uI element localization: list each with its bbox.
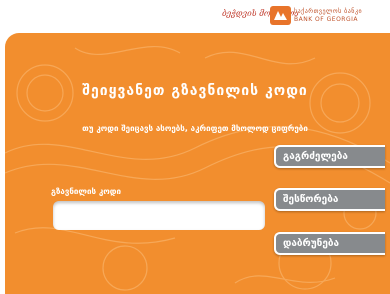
bank-logo-text: საქართველოს ბანკი BANK OF GEORGIA — [294, 8, 384, 24]
code-input[interactable] — [53, 201, 265, 230]
page-title: შეიყვანეთ გზავნილის კოდი — [82, 83, 308, 99]
top-bar: ბეჭდვის მოსპულა საქართველოს ბანკი BANK O… — [0, 0, 390, 33]
bank-name-georgian: საქართველოს ბანკი — [294, 8, 363, 15]
back-button[interactable]: დაბრუნება — [274, 232, 385, 255]
continue-button[interactable]: გაგრძელება — [274, 145, 385, 168]
bank-name-english: BANK OF GEORGIA — [294, 16, 358, 23]
correct-button[interactable]: შესწორება — [274, 188, 385, 211]
bank-logo-icon — [270, 6, 291, 25]
code-field-label: გზავნილის კოდი — [51, 187, 121, 196]
screen: ბეჭდვის მოსპულა საქართველოს ბანკი BANK O… — [0, 0, 390, 294]
instruction-text: თუ კოდი შეიცავს ასოებს, აკრიფეთ მხოლოდ ც… — [82, 124, 308, 133]
